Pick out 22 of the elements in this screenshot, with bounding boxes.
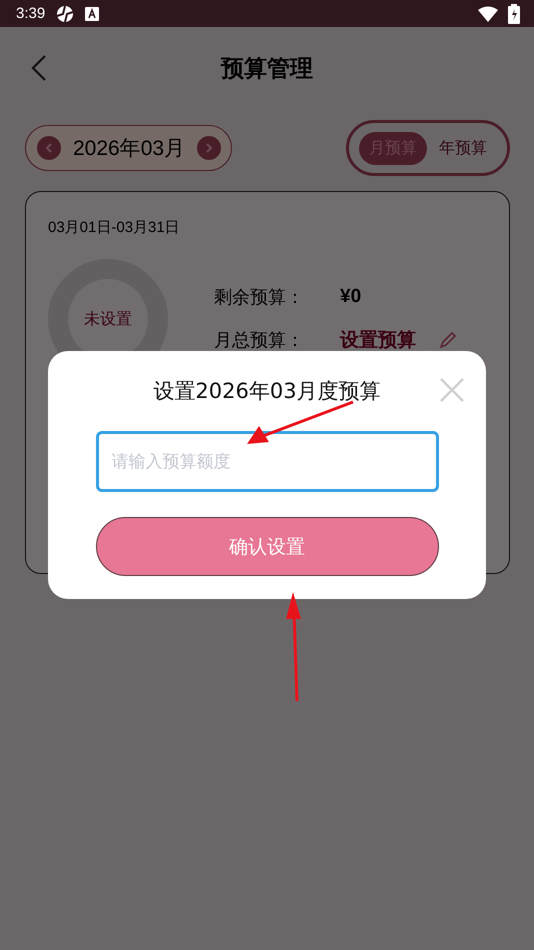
set-budget-link[interactable]: 设置预算 bbox=[340, 327, 416, 353]
status-time: 3:39 bbox=[16, 5, 46, 22]
budget-input[interactable]: 请输入预算额度 bbox=[96, 431, 438, 492]
date-range: 03月01日-03月31日 bbox=[48, 218, 181, 237]
back-icon[interactable] bbox=[30, 54, 48, 82]
close-icon[interactable] bbox=[439, 377, 465, 403]
wifi-icon bbox=[478, 6, 498, 22]
pencil-icon[interactable] bbox=[438, 330, 458, 350]
budget-label: 剩余预算： bbox=[214, 286, 305, 309]
keyboard-icon bbox=[85, 6, 100, 20]
page-title: 预算管理 bbox=[221, 54, 313, 84]
battery-icon bbox=[508, 4, 520, 24]
confirm-button[interactable]: 确认设置 bbox=[96, 517, 438, 576]
donut-label: 未设置 bbox=[84, 308, 132, 330]
previous-month-icon[interactable] bbox=[37, 136, 61, 160]
app-icon bbox=[55, 4, 76, 24]
month-label: 2026年03月 bbox=[73, 136, 186, 162]
next-month-icon[interactable] bbox=[197, 136, 222, 160]
dialog-title: 设置2026年03月度预算 bbox=[153, 378, 381, 405]
budget-amount: ¥0 bbox=[340, 286, 362, 308]
period-tab[interactable]: 年预算 bbox=[429, 132, 497, 164]
budget-label: 月总预算： bbox=[214, 329, 305, 352]
